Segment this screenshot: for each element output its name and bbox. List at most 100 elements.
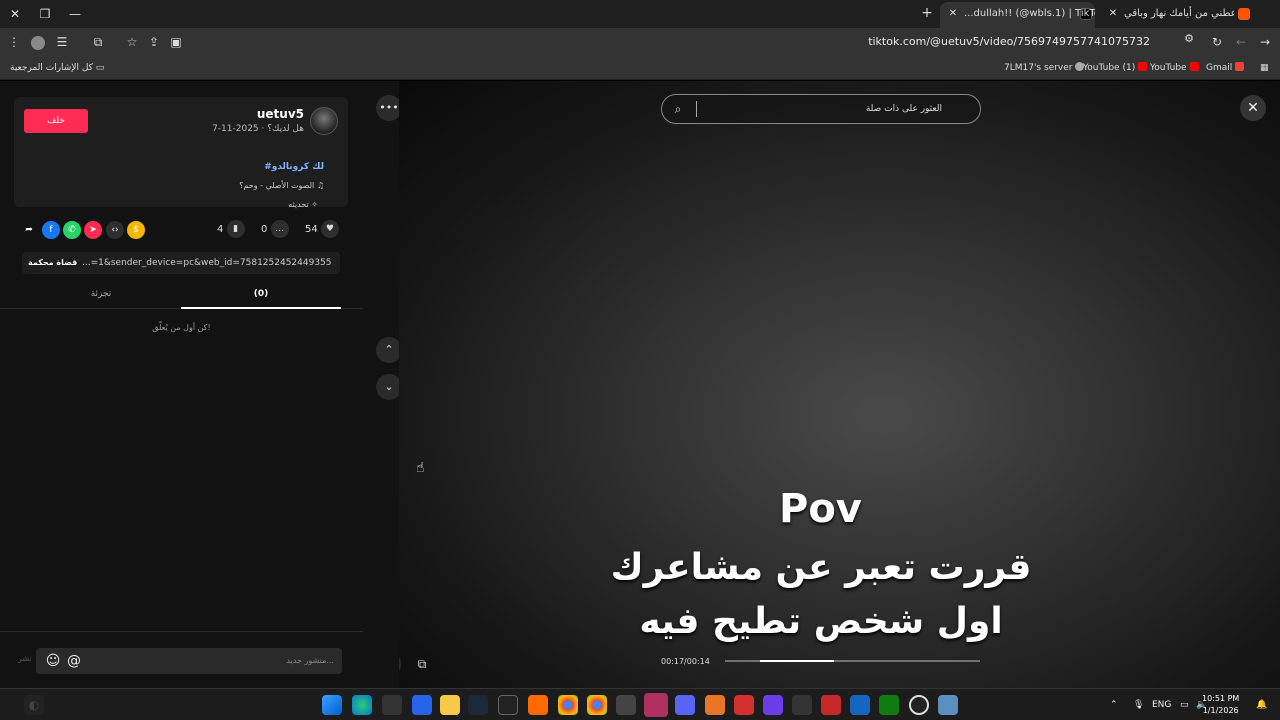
notifications-icon[interactable]: 🔔 xyxy=(1256,689,1267,720)
close-tab-icon[interactable]: ✕ xyxy=(946,2,960,26)
vlc-icon[interactable] xyxy=(705,695,725,715)
volume-icon[interactable]: 🔊 xyxy=(399,651,401,677)
bookmark-youtube[interactable]: YouTube xyxy=(1150,61,1202,75)
search-related-input[interactable]: العثور على ذات صلة ⌕ xyxy=(661,94,981,124)
hashtag-link[interactable]: #لك كرونالدو xyxy=(264,162,324,172)
video-progress-bar[interactable] xyxy=(725,660,980,662)
avatar[interactable] xyxy=(310,107,338,135)
copy-link-button[interactable]: قضاة محكمة xyxy=(28,252,77,274)
tab-search-icon[interactable]: ☰ xyxy=(52,32,72,52)
whatsapp-icon[interactable]: ✆ xyxy=(63,221,81,239)
bookmark-youtube-1[interactable]: YouTube (1) xyxy=(1083,61,1150,75)
tab-comments[interactable]: (0) xyxy=(181,283,341,305)
video-player[interactable]: العثور على ذات صلة ⌕ ✕ Pov قررت تعبر عن … xyxy=(399,81,1280,688)
search-icon[interactable]: ⌕ xyxy=(670,101,686,117)
xbox-icon[interactable] xyxy=(879,695,899,715)
comment-button[interactable]: 0 … xyxy=(261,219,289,241)
site-settings-icon[interactable]: ⚙ xyxy=(1184,32,1194,45)
share-arrow-icon[interactable]: ➦ xyxy=(20,221,38,239)
follow-button[interactable]: خلف xyxy=(24,109,88,133)
heart-icon: ♥ xyxy=(320,220,339,238)
network-icon[interactable]: ▭ xyxy=(1180,689,1189,720)
send-icon[interactable]: ➤ xyxy=(84,221,102,239)
reload-icon[interactable]: ↻ xyxy=(1207,32,1227,52)
soundcloud-app-icon[interactable] xyxy=(528,695,548,715)
bookmark-server[interactable]: 7LM17's server xyxy=(1004,61,1087,75)
language-indicator[interactable]: ENG xyxy=(1152,689,1171,720)
tray-overflow-icon[interactable]: ⌃ xyxy=(1110,689,1118,720)
youtube-icon xyxy=(1138,62,1148,71)
app-red2-icon[interactable] xyxy=(821,695,841,715)
clock[interactable]: 10:51 PM 1/1/2026 xyxy=(1202,693,1239,717)
chrome-profile-icon[interactable] xyxy=(587,695,607,715)
video-caption-title: Pov xyxy=(779,486,862,532)
clock-date: 1/1/2026 xyxy=(1202,706,1239,715)
microphone-icon[interactable]: 🎙 xyxy=(1133,689,1144,720)
like-button[interactable]: 54 ♥ xyxy=(305,219,339,241)
settings-icon[interactable] xyxy=(382,695,402,715)
restore-window-icon[interactable]: ❐ xyxy=(34,4,56,24)
edge-icon[interactable] xyxy=(352,695,372,715)
all-bookmarks-folder[interactable]: كل الإشارات المرجعية ▭ xyxy=(10,61,104,75)
extensions-icon[interactable]: ⧉ xyxy=(88,32,108,52)
epic-games-icon[interactable] xyxy=(498,695,518,715)
comment-input[interactable]: منشور جديد... ☺ @ xyxy=(36,648,342,674)
close-tab-icon[interactable]: ✕ xyxy=(1106,2,1120,26)
effect-link[interactable]: تحديثه ✧ xyxy=(288,200,318,209)
app-red-icon[interactable] xyxy=(734,695,754,715)
app-git-icon[interactable] xyxy=(792,695,812,715)
emoji-icon[interactable]: ☺ xyxy=(44,651,62,671)
app-pink-icon[interactable] xyxy=(644,693,668,717)
folder-icon: ▭ xyxy=(95,63,105,73)
widgets-icon[interactable]: ◐ xyxy=(24,695,44,715)
steam-icon[interactable] xyxy=(468,695,488,715)
close-window-icon[interactable]: ✕ xyxy=(4,4,26,24)
obs-icon[interactable] xyxy=(616,695,636,715)
save-count: 4 xyxy=(217,224,224,235)
app-image-icon[interactable] xyxy=(938,695,958,715)
save-button[interactable]: 4 ▮ xyxy=(217,219,245,241)
embed-icon[interactable]: ‹› xyxy=(106,221,124,239)
new-tab-button[interactable]: + xyxy=(918,4,936,22)
profile-avatar[interactable] xyxy=(28,32,48,52)
address-bar[interactable]: tiktok.com/@uetuv5/video/756974975774107… xyxy=(110,31,1200,53)
bookmark-label: كل الإشارات المرجعية xyxy=(10,63,93,73)
file-explorer-icon[interactable] xyxy=(440,695,460,715)
windows-taskbar: ◐ ⌃ 🎙 ENG ▭ 🔈 10:51 PM 1/1/2026 🔔 xyxy=(0,688,1280,720)
forward-icon[interactable]: → xyxy=(1255,32,1275,52)
sparkle-icon: ✧ xyxy=(311,200,318,209)
comment-composer: نشر منشور جديد... ☺ @ xyxy=(0,631,363,688)
coin-icon[interactable]: $ xyxy=(127,221,145,239)
chrome-icon[interactable] xyxy=(558,695,578,715)
sound-label: الصوت الأصلي - وحم؟ xyxy=(239,181,315,190)
store-icon[interactable] xyxy=(412,695,432,715)
bookmark-gmail[interactable]: Gmail xyxy=(1206,61,1247,75)
video-progress-fill xyxy=(760,660,834,662)
share-link-text: ...=1&sender_device=pc&web_id=7581252452… xyxy=(82,258,332,268)
youtube-icon xyxy=(1189,62,1199,71)
facebook-icon[interactable]: f xyxy=(42,221,60,239)
username[interactable]: uetuv5 xyxy=(257,107,304,121)
soundcloud-favicon-icon xyxy=(1238,8,1250,20)
back-icon[interactable]: ← xyxy=(1231,32,1251,52)
sound-link[interactable]: الصوت الأصلي - وحم؟ ♫ xyxy=(239,181,324,190)
app-purple-icon[interactable] xyxy=(763,695,783,715)
picture-in-picture-icon[interactable]: ⧉ xyxy=(411,653,433,675)
minimize-window-icon[interactable]: — xyxy=(64,4,86,24)
menu-icon[interactable]: ⋮ xyxy=(4,32,24,52)
post-comment-button[interactable]: نشر xyxy=(18,654,32,663)
start-icon[interactable] xyxy=(322,695,342,715)
discord-app-icon[interactable] xyxy=(675,695,695,715)
tab-tiktok[interactable]: ✕ ...dullah!! (@wbls.1) | TikTok xyxy=(940,2,1095,28)
app-blue-icon[interactable] xyxy=(850,695,870,715)
tab-soundcloud[interactable]: ✕ عطني من أيامك نهار وباقي ...oud xyxy=(1100,2,1255,28)
app-circle-icon[interactable] xyxy=(909,695,929,715)
bookmark-label: YouTube xyxy=(1150,63,1187,73)
effect-label: تحديثه xyxy=(288,200,309,209)
close-video-button[interactable]: ✕ xyxy=(1240,95,1266,121)
apps-grid-icon[interactable]: ▦ xyxy=(1260,61,1269,75)
video-caption-line-1: قررت تعبر عن مشاعرك xyxy=(610,547,1032,588)
video-nav-strip: ••• ⌃ ⌄ xyxy=(363,81,402,688)
tab-creator-videos[interactable]: تجزئة xyxy=(21,283,181,305)
mention-icon[interactable]: @ xyxy=(65,651,83,671)
